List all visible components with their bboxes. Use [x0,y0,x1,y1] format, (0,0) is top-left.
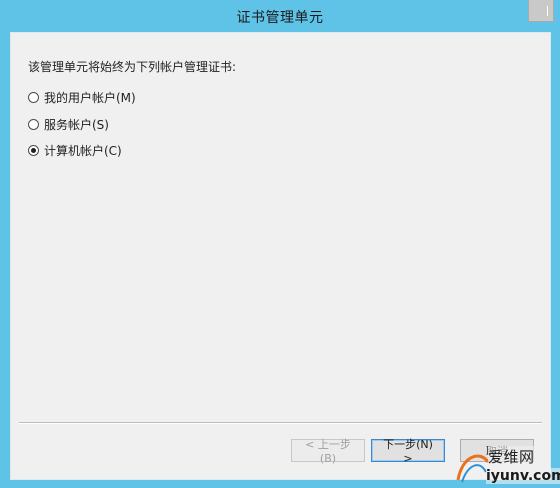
radio-label: 计算机帐户(C) [44,144,122,158]
close-button[interactable] [528,0,554,22]
radio-label: 服务帐户(S) [44,118,109,132]
watermark-url: iyunv.com [486,468,560,484]
certificate-snapin-dialog: 证书管理单元 该管理单元将始终为下列帐户管理证书: 我的用户帐户(M) 服务帐户… [0,0,560,488]
title-bar[interactable]: 证书管理单元 [0,0,560,32]
next-button[interactable]: 下一步(N) > [371,438,445,465]
button-area-divider [19,422,542,424]
radio-button[interactable] [28,92,39,103]
radio-my-user-account[interactable]: 我的用户帐户(M) [28,89,136,106]
radio-service-account[interactable]: 服务帐户(S) [28,116,109,133]
dialog-content: 该管理单元将始终为下列帐户管理证书: 我的用户帐户(M) 服务帐户(S) 计算机… [10,32,551,480]
account-prompt: 该管理单元将始终为下列帐户管理证书: [28,60,237,74]
dialog-title: 证书管理单元 [236,10,324,26]
radio-label: 我的用户帐户(M) [44,91,136,105]
back-button[interactable]: < 上一步(B) [291,438,365,465]
radio-button[interactable] [28,119,39,130]
radio-button-selected[interactable] [28,145,39,156]
watermark-text: 爱维网 [488,446,535,467]
radio-computer-account[interactable]: 计算机帐户(C) [28,142,122,159]
site-watermark: 爱维网 iyunv.com [452,442,560,488]
